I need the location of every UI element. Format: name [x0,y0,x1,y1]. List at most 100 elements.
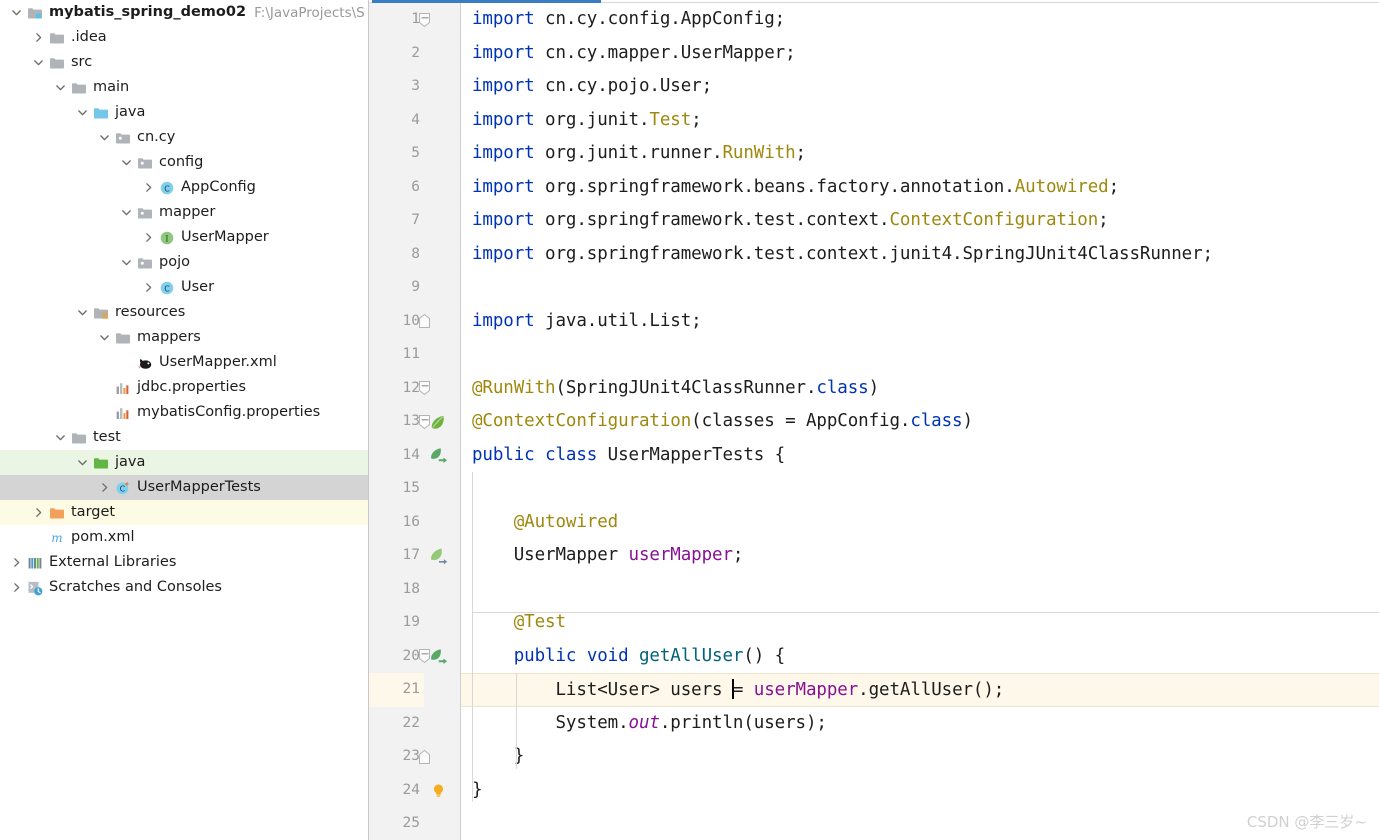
code-text[interactable]: UserMapper userMapper; [461,539,1379,573]
tree-row[interactable]: mybatis_spring_demo02 F:\JavaProjects\S [0,0,368,25]
code-line[interactable]: 14 public class UserMapperTests { [369,438,1379,473]
chevron-right-icon[interactable] [140,225,157,250]
chevron-right-icon[interactable] [30,25,47,50]
tree-row[interactable]: cn.cy [0,125,368,150]
chevron-right-icon[interactable] [30,500,47,525]
code-line[interactable]: 13 @ContextConfiguration(classes = AppCon… [369,405,1379,439]
code-line[interactable]: 23 } [369,740,1379,774]
fold-gutter[interactable] [452,371,461,405]
fold-marker-icon[interactable] [414,640,434,674]
code-line[interactable]: 3 import cn.cy.pojo.User; [369,70,1379,104]
fold-marker-icon[interactable] [414,405,434,439]
chevron-down-icon[interactable] [74,450,91,475]
fold-marker-icon[interactable] [414,305,434,339]
tree-row[interactable]: config [0,150,368,175]
code-line[interactable]: 2 import cn.cy.mapper.UserMapper; [369,36,1379,71]
code-line[interactable]: 1 import cn.cy.config.AppConfig; [369,3,1379,37]
chevron-down-icon[interactable] [52,75,69,100]
code-text[interactable] [461,807,1379,840]
code-text[interactable]: import org.junit.runner.RunWith; [461,137,1379,171]
tree-row[interactable]: src [0,50,368,75]
fold-gutter[interactable] [452,639,461,673]
tree-row[interactable]: mapper [0,200,368,225]
fold-gutter[interactable] [452,137,461,171]
tree-row[interactable]: target [0,500,368,525]
chevron-down-icon[interactable] [118,200,135,225]
tree-row[interactable]: pojo [0,250,368,275]
chevron-down-icon[interactable] [96,125,113,150]
fold-gutter[interactable] [452,170,461,204]
code-text[interactable]: @ContextConfiguration(classes = AppConfi… [461,405,1379,439]
code-line[interactable]: 5 import org.junit.runner.RunWith; [369,137,1379,171]
fold-gutter[interactable] [452,539,461,573]
fold-gutter[interactable] [452,438,461,472]
code-line[interactable]: 16 @Autowired [369,505,1379,540]
tree-row[interactable]: External Libraries [0,550,368,575]
code-text[interactable]: public void getAllUser() { [461,640,1379,674]
chevron-down-icon[interactable] [96,325,113,350]
tree-row[interactable]: mappers [0,325,368,350]
code-text[interactable]: List<User> users = userMapper.getAllUser… [461,673,1379,707]
tree-row[interactable]: Scratches and Consoles [0,575,368,600]
code-line[interactable]: 12 @RunWith(SpringJUnit4ClassRunner.class… [369,371,1379,406]
code-line[interactable]: 17 UserMapper userMapper; [369,539,1379,573]
chevron-down-icon[interactable] [74,100,91,125]
chevron-right-icon[interactable] [8,575,25,600]
code-line[interactable]: 11 [369,338,1379,372]
code-line[interactable]: 22 System.out.println(users); [369,706,1379,741]
fold-gutter[interactable] [452,606,461,640]
code-text[interactable] [461,573,1379,607]
spring-bean-icon[interactable] [424,539,452,573]
tree-row[interactable]: main [0,75,368,100]
project-tool-window[interactable]: mybatis_spring_demo02 F:\JavaProjects\S .i… [0,0,369,840]
code-text[interactable]: System.out.println(users); [461,707,1379,741]
fold-gutter[interactable] [452,70,461,104]
code-line[interactable]: 21 List<User> users = userMapper.getAllU… [369,673,1379,707]
tree-row[interactable]: UserMapper.xml [0,350,368,375]
chevron-right-icon[interactable] [8,550,25,575]
fold-gutter[interactable] [452,773,461,807]
code-line[interactable]: 7 import org.springframework.test.context… [369,204,1379,238]
chevron-down-icon[interactable] [118,150,135,175]
tree-row[interactable]: C UserMapperTests [0,475,368,500]
tree-row[interactable]: java [0,450,368,475]
code-text[interactable]: } [461,774,1379,808]
code-text[interactable]: import org.springframework.beans.factory… [461,171,1379,205]
tree-row[interactable]: m pom.xml [0,525,368,550]
code-text[interactable] [461,472,1379,506]
code-text[interactable]: @Autowired [461,506,1379,540]
code-line[interactable]: 8 import org.springframework.test.context… [369,237,1379,272]
fold-gutter[interactable] [452,740,461,774]
lightbulb-icon[interactable] [424,773,452,807]
tree-row[interactable]: jdbc.properties [0,375,368,400]
code-text[interactable] [461,338,1379,372]
fold-gutter[interactable] [452,405,461,439]
tree-row[interactable]: resources [0,300,368,325]
fold-gutter[interactable] [452,673,461,707]
fold-gutter[interactable] [452,304,461,338]
tree-row[interactable]: java [0,100,368,125]
fold-gutter[interactable] [452,807,461,840]
code-text[interactable]: import org.junit.Test; [461,104,1379,138]
fold-gutter[interactable] [452,505,461,539]
fold-gutter[interactable] [452,472,461,506]
code-text[interactable]: @RunWith(SpringJUnit4ClassRunner.class) [461,372,1379,406]
code-text[interactable]: public class UserMapperTests { [461,439,1379,473]
chevron-down-icon[interactable] [30,50,47,75]
code-lines-container[interactable]: 1 import cn.cy.config.AppConfig; 2 import c… [369,3,1379,840]
code-line[interactable]: 25 [369,807,1379,840]
fold-marker-icon[interactable] [414,3,434,37]
code-text[interactable]: } [461,740,1379,774]
chevron-down-icon[interactable] [74,300,91,325]
code-editor[interactable]: 1 import cn.cy.config.AppConfig; 2 import c… [369,0,1379,840]
fold-gutter[interactable] [452,706,461,740]
code-text[interactable]: import org.springframework.test.context.… [461,238,1379,272]
code-text[interactable]: import org.springframework.test.context.… [461,204,1379,238]
tree-row[interactable]: C User [0,275,368,300]
code-text[interactable]: import cn.cy.mapper.UserMapper; [461,37,1379,71]
code-text[interactable] [461,271,1379,305]
fold-marker-icon[interactable] [414,740,434,774]
project-tree[interactable]: mybatis_spring_demo02 F:\JavaProjects\S .i… [0,0,368,600]
tree-row[interactable]: I UserMapper [0,225,368,250]
code-line[interactable]: 24} [369,773,1379,808]
